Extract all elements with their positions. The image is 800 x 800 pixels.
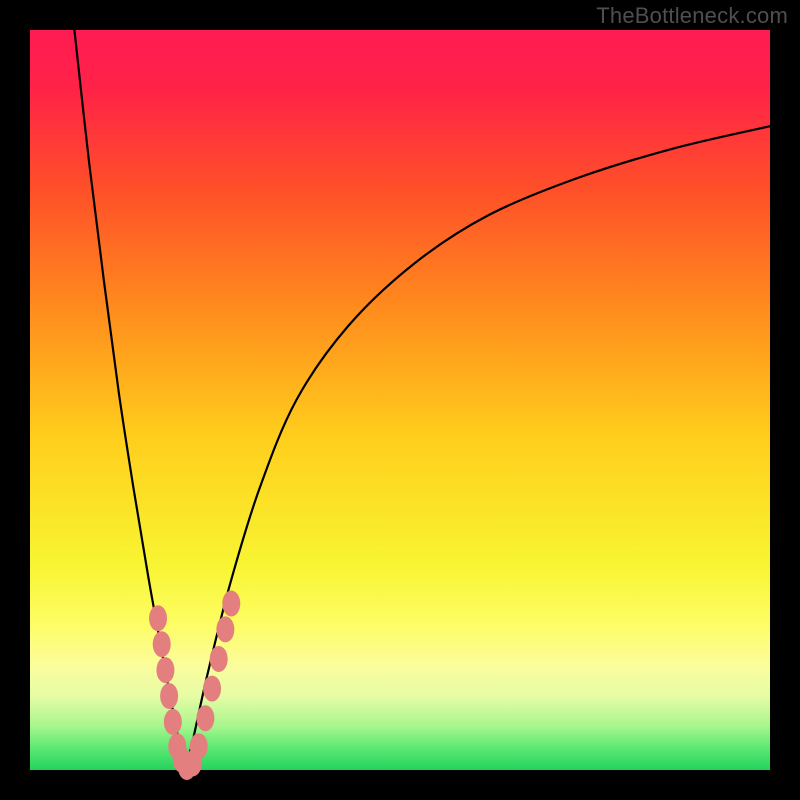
marker-point <box>156 657 174 683</box>
marker-point <box>190 733 208 759</box>
marker-point <box>222 591 240 617</box>
marker-point <box>210 646 228 672</box>
marker-point <box>216 616 234 642</box>
outer-frame: TheBottleneck.com <box>0 0 800 800</box>
curve-markers <box>149 591 240 781</box>
marker-point <box>203 676 221 702</box>
curve-right-branch <box>185 126 770 770</box>
plot-svg <box>30 30 770 770</box>
marker-point <box>196 705 214 731</box>
marker-point <box>164 709 182 735</box>
marker-point <box>149 605 167 631</box>
marker-point <box>160 683 178 709</box>
watermark-text: TheBottleneck.com <box>596 3 788 29</box>
marker-point <box>153 631 171 657</box>
